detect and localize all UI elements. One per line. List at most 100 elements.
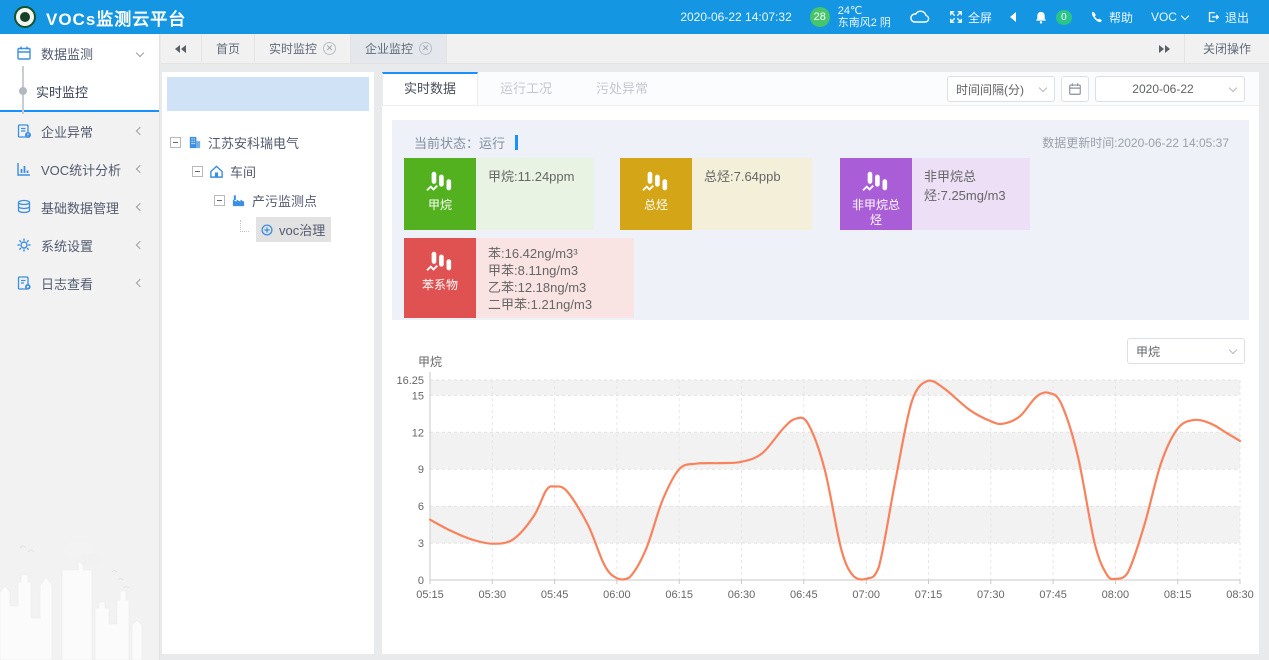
- card-benzene-series: 苯系物 苯:16.42ng/m3³ 甲苯:8.11ng/m3 乙苯:12.18n…: [404, 238, 634, 318]
- document-alert-icon: [16, 123, 32, 139]
- card-value-line: 二甲苯:1.21ng/m3: [488, 296, 622, 313]
- svg-text:08:15: 08:15: [1164, 589, 1192, 601]
- content-tabs: 实时数据 运行工况 污处异常 时间间隔(分) 2020-06-22: [382, 72, 1259, 106]
- tree-node-voc-treatment[interactable]: voc治理: [162, 215, 374, 244]
- card-icon-box: 苯系物: [404, 238, 476, 318]
- status-value: 运行: [479, 133, 505, 152]
- svg-text:15: 15: [412, 390, 424, 402]
- card-icon-box: 非甲烷总烃: [840, 158, 912, 230]
- date-select[interactable]: 2020-06-22: [1095, 76, 1245, 102]
- svg-text:9: 9: [418, 464, 424, 476]
- interval-select[interactable]: 时间间隔(分): [947, 76, 1055, 102]
- card-value-line: 甲烷:11.24ppm: [488, 167, 582, 186]
- tab-home[interactable]: 首页: [201, 34, 255, 63]
- data-update-time: 数据更新时间:2020-06-22 14:05:37: [1042, 134, 1229, 151]
- bell-icon: [1034, 10, 1048, 25]
- tree-toolbar[interactable]: [167, 77, 369, 111]
- chevron-down-icon: [1229, 83, 1237, 91]
- card-values: 甲烷:11.24ppm: [476, 158, 594, 230]
- voc-menu-button[interactable]: VOC: [1151, 10, 1188, 24]
- sidebar-item-base-data[interactable]: 基础数据管理: [0, 188, 159, 226]
- sidebar-item-log-view[interactable]: 日志查看: [0, 264, 159, 302]
- svg-text:05:30: 05:30: [479, 589, 507, 601]
- chevron-down-icon: [1229, 345, 1237, 353]
- tab-realtime-monitor[interactable]: 实时监控✕: [255, 34, 351, 63]
- weather-info: 24℃ 东南风2 阴: [838, 5, 891, 29]
- top-header: VOCs监测云平台 2020-06-22 14:07:32 28 24℃ 东南风…: [0, 0, 1269, 34]
- scroll-tabs-left-button[interactable]: [161, 34, 201, 63]
- collapse-node-icon[interactable]: [214, 195, 225, 206]
- calendar-button[interactable]: [1061, 76, 1089, 102]
- help-button[interactable]: 帮助: [1090, 9, 1133, 26]
- tab-treatment-abnormal[interactable]: 污处异常: [574, 72, 670, 105]
- app-logo-icon: [14, 6, 36, 28]
- notification-count-badge: 0: [1056, 10, 1072, 25]
- svg-text:16.25: 16.25: [396, 375, 424, 387]
- skyline-art: [0, 530, 160, 660]
- signal-bars-icon: [425, 169, 455, 195]
- sidebar-item-label: 数据监测: [41, 44, 93, 63]
- chevron-down-icon: [1039, 83, 1047, 91]
- tab-realtime-data[interactable]: 实时数据: [382, 72, 478, 105]
- fullscreen-icon: [949, 10, 963, 24]
- close-tab-icon[interactable]: ✕: [419, 42, 432, 55]
- tree-node-label: voc治理: [279, 220, 325, 239]
- logout-button[interactable]: 退出: [1206, 9, 1249, 26]
- scroll-tabs-right-button[interactable]: [1144, 34, 1184, 63]
- svg-text:12: 12: [412, 427, 424, 439]
- tree-node-label: 车间: [230, 162, 256, 181]
- chevron-left-icon: [136, 203, 144, 211]
- card-methane: 甲烷 甲烷:11.24ppm: [404, 158, 594, 230]
- factory-icon: [231, 193, 246, 208]
- svg-text:0: 0: [418, 575, 424, 587]
- sidebar-group-data-monitor: 数据监测 实时监控: [0, 34, 159, 112]
- card-value-line: 乙苯:12.18ng/m3: [488, 279, 622, 296]
- chevron-down-icon: [136, 49, 144, 57]
- svg-text:05:15: 05:15: [416, 589, 444, 601]
- aqi-badge: 28: [810, 7, 830, 27]
- collapse-header-button[interactable]: [1010, 12, 1016, 22]
- tree-node-workshop[interactable]: 车间: [162, 157, 374, 186]
- chevron-left-icon: [136, 241, 144, 249]
- tree-node-selected[interactable]: voc治理: [256, 217, 331, 242]
- sidebar-nav: 数据监测 实时监控 企业异常 VOC统计分析 基础数据管理 系: [0, 34, 160, 660]
- wind-weather-label: 东南风2 阴: [838, 17, 891, 29]
- close-operations-button[interactable]: 关闭操作: [1184, 34, 1269, 63]
- gear-icon: [16, 237, 32, 253]
- collapse-node-icon[interactable]: [170, 137, 181, 148]
- signal-bars-icon: [861, 169, 891, 195]
- card-nmhc: 非甲烷总烃 非甲烷总烃:7.25mg/m3: [840, 158, 1030, 230]
- sidebar-item-label: 企业异常: [41, 122, 93, 141]
- tab-operating-condition[interactable]: 运行工况: [478, 72, 574, 105]
- card-name: 非甲烷总烃: [849, 198, 903, 228]
- realtime-info-panel: 当前状态： 运行 数据更新时间:2020-06-22 14:05:37 甲烷 甲…: [392, 120, 1249, 320]
- card-icon-box: 甲烷: [404, 158, 476, 230]
- sidebar-item-voc-statistics[interactable]: VOC统计分析: [0, 150, 159, 188]
- chevron-left-icon: [136, 127, 144, 135]
- sidebar-item-label: VOC统计分析: [41, 160, 121, 179]
- sidebar-item-realtime-monitor[interactable]: 实时监控: [0, 72, 159, 110]
- svg-text:6: 6: [418, 501, 424, 513]
- tree: 江苏安科瑞电气 车间 产污监测点 voc治理: [162, 116, 374, 244]
- svg-text:3: 3: [418, 538, 424, 550]
- calendar-icon: [16, 45, 32, 61]
- tree-node-company[interactable]: 江苏安科瑞电气: [162, 128, 374, 157]
- tab-enterprise-monitor[interactable]: 企业监控✕: [351, 34, 447, 63]
- notifications-button[interactable]: 0: [1034, 10, 1072, 25]
- svg-text:07:45: 07:45: [1039, 589, 1067, 601]
- signal-bars-icon: [425, 249, 455, 275]
- sidebar-item-system-settings[interactable]: 系统设置: [0, 226, 159, 264]
- tree-node-pollution-point[interactable]: 产污监测点: [162, 186, 374, 215]
- app-title: VOCs监测云平台: [46, 5, 186, 30]
- card-icon-box: 总烃: [620, 158, 692, 230]
- fullscreen-button[interactable]: 全屏: [949, 9, 992, 26]
- card-name: 苯系物: [413, 278, 467, 293]
- sidebar-item-enterprise-abnormal[interactable]: 企业异常: [0, 112, 159, 150]
- enterprise-tree-panel: 江苏安科瑞电气 车间 产污监测点 voc治理: [162, 72, 374, 654]
- collapse-node-icon[interactable]: [192, 166, 203, 177]
- chevron-left-icon: [136, 165, 144, 173]
- current-status: 当前状态： 运行: [414, 133, 518, 152]
- card-name: 总烃: [629, 198, 683, 213]
- close-tab-icon[interactable]: ✕: [323, 42, 336, 55]
- card-name: 甲烷: [413, 198, 467, 213]
